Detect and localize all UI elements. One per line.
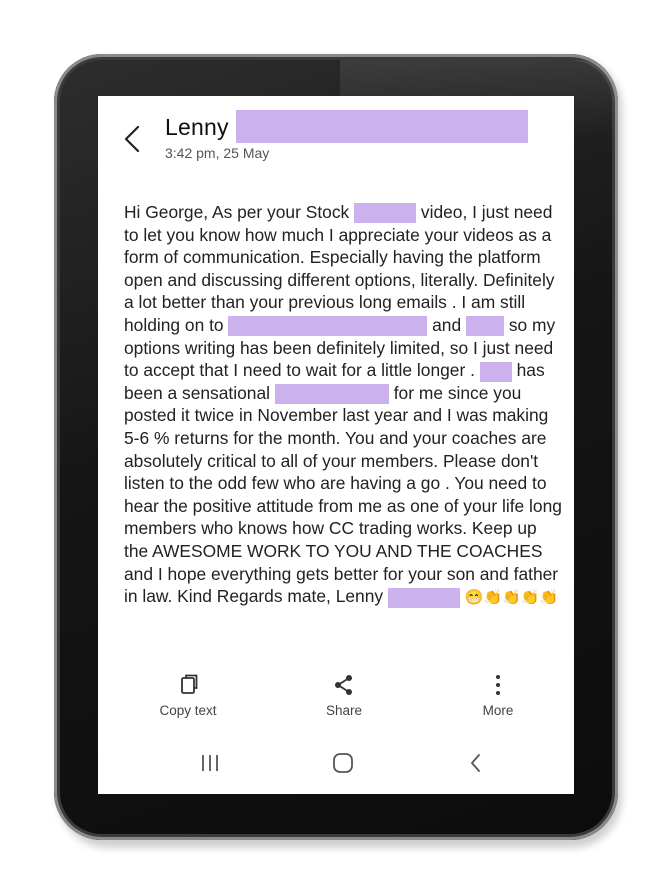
navigation-bar	[98, 744, 574, 784]
share-label: Share	[325, 703, 363, 718]
redacted-text	[274, 384, 389, 405]
redacted-text	[354, 203, 417, 224]
share-icon	[335, 675, 352, 695]
redacted-text	[387, 587, 460, 608]
back-button[interactable]	[118, 121, 148, 157]
redacted-text	[479, 361, 512, 382]
message-timestamp: 3:42 pm, 25 May	[165, 145, 270, 161]
nav-back-icon	[471, 754, 480, 772]
share-button[interactable]: Share	[294, 671, 394, 718]
redacted-text	[277, 316, 428, 337]
message-text: and	[432, 314, 462, 335]
nav-back-button[interactable]	[456, 748, 496, 778]
more-label: More	[482, 703, 514, 718]
redacted-text	[228, 316, 281, 337]
action-bar: Copy text Share More	[98, 671, 574, 731]
more-button[interactable]: More	[448, 671, 548, 718]
contact-name: Lenny	[165, 114, 229, 140]
home-button[interactable]	[323, 748, 363, 778]
message-text: Hi George, As per your Stock	[124, 202, 350, 222]
recents-icon	[202, 755, 218, 771]
redacted-text	[466, 316, 504, 337]
copy-text-label: Copy text	[159, 703, 217, 718]
emoji-reactions: 😁👏👏👏👏	[464, 589, 559, 607]
recents-button[interactable]	[190, 748, 230, 778]
redacted-name-block	[236, 110, 528, 143]
more-vertical-icon	[496, 675, 500, 695]
home-icon	[333, 753, 353, 773]
message-body[interactable]: Hi George, As per your Stock video, I ju…	[124, 201, 564, 610]
chevron-left-icon	[124, 125, 140, 153]
message-text: for me since you posted it twice in Nove…	[124, 382, 562, 607]
copy-text-button[interactable]: Copy text	[138, 671, 238, 718]
phone-screen: Lenny 3:42 pm, 25 May Hi George, As per …	[98, 96, 574, 794]
copy-icon	[181, 674, 198, 694]
